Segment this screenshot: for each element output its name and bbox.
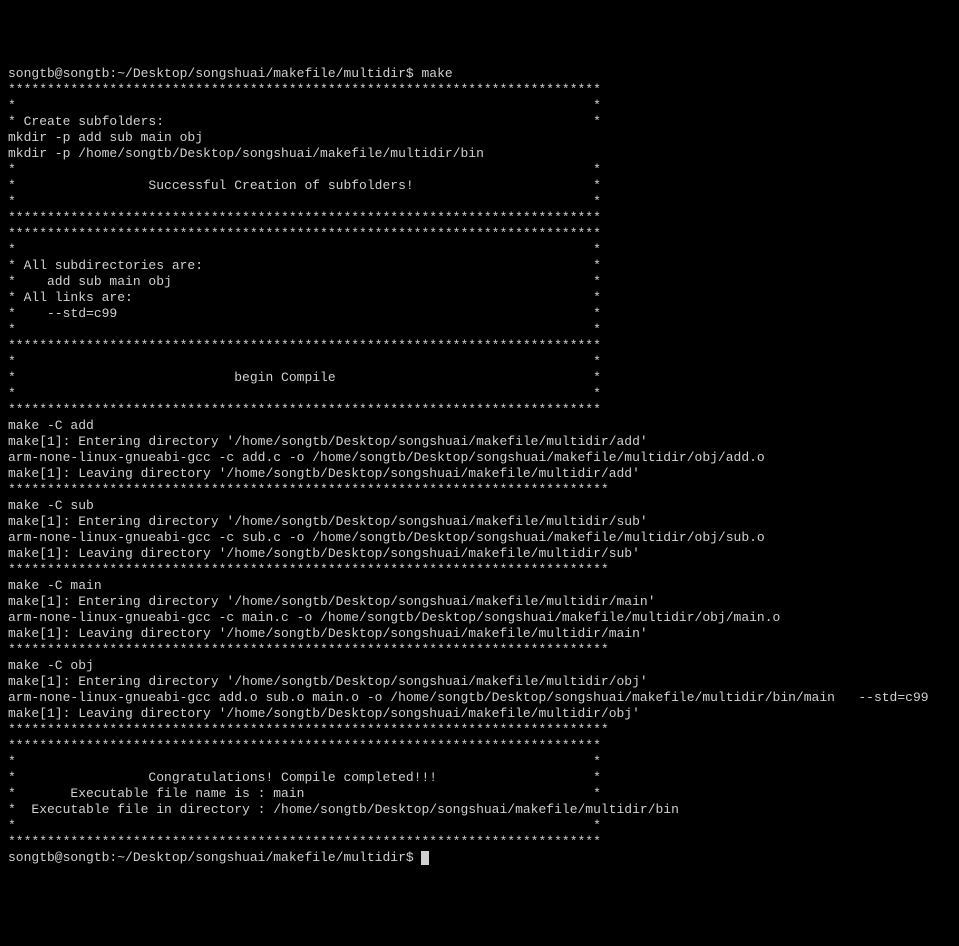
- output-line: * *: [8, 242, 951, 258]
- output-line: * Successful Creation of subfolders! *: [8, 178, 951, 194]
- output-line: ****************************************…: [8, 338, 951, 354]
- output-line: * *: [8, 354, 951, 370]
- output-line: make -C sub: [8, 498, 951, 514]
- prompt-user: songtb@songtb: [8, 66, 109, 81]
- output-line: arm-none-linux-gnueabi-gcc -c main.c -o …: [8, 610, 951, 626]
- output-line: * All links are: *: [8, 290, 951, 306]
- output-line: make[1]: Leaving directory '/home/songtb…: [8, 466, 951, 482]
- output-line: * *: [8, 754, 951, 770]
- output-line: * *: [8, 818, 951, 834]
- output-line: * Congratulations! Compile completed!!! …: [8, 770, 951, 786]
- output-line: ****************************************…: [8, 562, 951, 578]
- output-line: ****************************************…: [8, 642, 951, 658]
- output-line: make -C main: [8, 578, 951, 594]
- prompt-path: :~/Desktop/songshuai/makefile/multidir$: [109, 850, 413, 865]
- output-line: make[1]: Entering directory '/home/songt…: [8, 434, 951, 450]
- output-line: * add sub main obj *: [8, 274, 951, 290]
- output-line: * Create subfolders: *: [8, 114, 951, 130]
- output-line: * All subdirectories are: *: [8, 258, 951, 274]
- prompt-line: songtb@songtb:~/Desktop/songshuai/makefi…: [8, 850, 951, 866]
- output-line: ****************************************…: [8, 82, 951, 98]
- output-line: ****************************************…: [8, 226, 951, 242]
- output-line: make[1]: Entering directory '/home/songt…: [8, 594, 951, 610]
- output-line: ****************************************…: [8, 482, 951, 498]
- output-line: make[1]: Entering directory '/home/songt…: [8, 674, 951, 690]
- command-text: make: [414, 66, 453, 81]
- output-line: * *: [8, 322, 951, 338]
- output-line: ****************************************…: [8, 722, 951, 738]
- output-line: mkdir -p /home/songtb/Desktop/songshuai/…: [8, 146, 951, 162]
- output-line: ****************************************…: [8, 210, 951, 226]
- terminal-output[interactable]: songtb@songtb:~/Desktop/songshuai/makefi…: [8, 66, 951, 866]
- output-line: make[1]: Leaving directory '/home/songtb…: [8, 546, 951, 562]
- cursor-icon: [421, 851, 429, 865]
- output-line: make[1]: Leaving directory '/home/songtb…: [8, 706, 951, 722]
- output-line: arm-none-linux-gnueabi-gcc add.o sub.o m…: [8, 690, 951, 706]
- output-line: arm-none-linux-gnueabi-gcc -c add.c -o /…: [8, 450, 951, 466]
- output-line: ****************************************…: [8, 834, 951, 850]
- output-line: make -C add: [8, 418, 951, 434]
- prompt-user: songtb@songtb: [8, 850, 109, 865]
- output-line: make[1]: Entering directory '/home/songt…: [8, 514, 951, 530]
- output-line: * Executable file in directory : /home/s…: [8, 802, 951, 818]
- output-line: * Executable file name is : main *: [8, 786, 951, 802]
- output-line: * begin Compile *: [8, 370, 951, 386]
- output-line: * *: [8, 162, 951, 178]
- output-line: make -C obj: [8, 658, 951, 674]
- output-line: make[1]: Leaving directory '/home/songtb…: [8, 626, 951, 642]
- output-line: * --std=c99 *: [8, 306, 951, 322]
- output-line: ****************************************…: [8, 738, 951, 754]
- output-line: ****************************************…: [8, 402, 951, 418]
- command-input[interactable]: [414, 850, 422, 865]
- output-line: * *: [8, 194, 951, 210]
- prompt-line: songtb@songtb:~/Desktop/songshuai/makefi…: [8, 66, 951, 82]
- output-line: * *: [8, 386, 951, 402]
- prompt-path: :~/Desktop/songshuai/makefile/multidir$: [109, 66, 413, 81]
- output-line: * *: [8, 98, 951, 114]
- output-line: arm-none-linux-gnueabi-gcc -c sub.c -o /…: [8, 530, 951, 546]
- output-line: mkdir -p add sub main obj: [8, 130, 951, 146]
